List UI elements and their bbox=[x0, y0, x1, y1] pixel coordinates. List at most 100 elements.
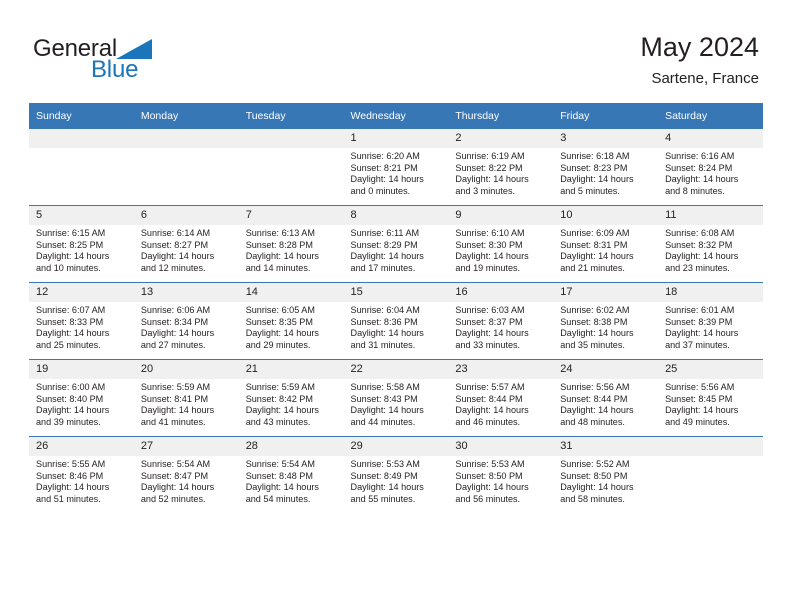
day-cell[interactable]: 1 Sunrise: 6:20 AM Sunset: 8:21 PM Daylight… bbox=[343, 129, 449, 206]
day-cell[interactable]: 27 Sunrise: 5:54 AM Sunset: 8:47 PM Dayligh… bbox=[133, 436, 239, 513]
day-cell[interactable]: 14 Sunrise: 6:05 AM Sunset: 8:35 PM Dayligh… bbox=[238, 282, 344, 360]
day-info: Sunrise: 6:09 AM Sunset: 8:31 PM Daylight:… bbox=[553, 225, 658, 274]
sunrise-text: Sunrise: 6:03 AM bbox=[455, 305, 525, 315]
sunrise-text: Sunrise: 6:20 AM bbox=[350, 151, 420, 161]
daylight-text-line1: Daylight: 14 hours bbox=[350, 251, 424, 262]
day-number: 24 bbox=[553, 360, 659, 379]
daylight-text-line2: and 19 minutes. bbox=[455, 262, 521, 273]
daylight-text-line1: Daylight: 14 hours bbox=[560, 251, 634, 262]
day-cell[interactable]: 24 Sunrise: 5:56 AM Sunset: 8:44 PM Dayligh… bbox=[553, 359, 659, 437]
day-number: 18 bbox=[658, 283, 763, 302]
day-cell[interactable]: 19 Sunrise: 6:00 AM Sunset: 8:40 PM Dayligh… bbox=[29, 359, 134, 437]
daylight-text-line1: Daylight: 14 hours bbox=[350, 174, 424, 185]
day-cell[interactable]: 10 Sunrise: 6:09 AM Sunset: 8:31 PM Dayligh… bbox=[553, 205, 659, 283]
sunset-text: Sunset: 8:32 PM bbox=[665, 239, 733, 250]
sunset-text: Sunset: 8:22 PM bbox=[455, 162, 523, 173]
sunrise-text: Sunrise: 5:59 AM bbox=[140, 382, 211, 392]
sunset-text: Sunset: 8:34 PM bbox=[140, 316, 209, 327]
day-cell[interactable]: 21 Sunrise: 5:59 AM Sunset: 8:42 PM Dayligh… bbox=[238, 359, 344, 437]
day-cell[interactable]: 11 Sunrise: 6:08 AM Sunset: 8:32 PM Dayligh… bbox=[658, 205, 763, 283]
calendar-week-row: 19 Sunrise: 6:00 AM Sunset: 8:40 PM Dayligh… bbox=[29, 359, 763, 437]
day-cell[interactable]: 16 Sunrise: 6:03 AM Sunset: 8:37 PM Dayligh… bbox=[448, 282, 554, 360]
day-cell[interactable]: 29 Sunrise: 5:53 AM Sunset: 8:49 PM Dayligh… bbox=[343, 436, 449, 513]
day-cell[interactable]: 15 Sunrise: 6:04 AM Sunset: 8:36 PM Dayligh… bbox=[343, 282, 449, 360]
sunrise-text: Sunrise: 6:02 AM bbox=[560, 305, 630, 315]
daylight-text-line1: Daylight: 14 hours bbox=[350, 328, 424, 339]
daylight-text-line1: Daylight: 14 hours bbox=[36, 482, 110, 493]
day-cell-empty bbox=[658, 436, 763, 513]
page-subtitle: Sartene, France bbox=[651, 70, 759, 87]
sunset-text: Sunset: 8:35 PM bbox=[245, 316, 313, 327]
day-cell[interactable]: 5 Sunrise: 6:15 AM Sunset: 8:25 PM Daylight… bbox=[29, 205, 134, 283]
daylight-text-line2: and 8 minutes. bbox=[665, 185, 725, 196]
brand-logo[interactable]: General Blue bbox=[33, 36, 263, 86]
day-info: Sunrise: 6:08 AM Sunset: 8:32 PM Daylight:… bbox=[658, 225, 763, 274]
daylight-text-line1: Daylight: 14 hours bbox=[665, 174, 739, 185]
day-number: 16 bbox=[448, 283, 554, 302]
day-cell[interactable]: 25 Sunrise: 5:56 AM Sunset: 8:45 PM Dayligh… bbox=[658, 359, 763, 437]
sunrise-text: Sunrise: 5:57 AM bbox=[455, 382, 525, 392]
day-cell[interactable]: 12 Sunrise: 6:07 AM Sunset: 8:33 PM Dayligh… bbox=[29, 282, 134, 360]
day-info: Sunrise: 5:52 AM Sunset: 8:50 PM Daylight:… bbox=[553, 456, 658, 505]
sunset-text: Sunset: 8:44 PM bbox=[560, 393, 628, 404]
sunset-text: Sunset: 8:31 PM bbox=[560, 239, 628, 250]
day-cell[interactable]: 20 Sunrise: 5:59 AM Sunset: 8:41 PM Dayligh… bbox=[133, 359, 239, 437]
day-cell[interactable]: 31 Sunrise: 5:52 AM Sunset: 8:50 PM Dayligh… bbox=[553, 436, 659, 513]
day-cell[interactable]: 28 Sunrise: 5:54 AM Sunset: 8:48 PM Dayligh… bbox=[238, 436, 344, 513]
daylight-text-line2: and 37 minutes. bbox=[665, 339, 730, 350]
day-cell[interactable]: 26 Sunrise: 5:55 AM Sunset: 8:46 PM Dayligh… bbox=[29, 436, 134, 513]
daylight-text-line1: Daylight: 14 hours bbox=[560, 174, 634, 185]
day-cell[interactable]: 8 Sunrise: 6:11 AM Sunset: 8:29 PM Daylight… bbox=[343, 205, 449, 283]
daylight-text-line1: Daylight: 14 hours bbox=[455, 405, 529, 416]
sunset-text: Sunset: 8:23 PM bbox=[560, 162, 628, 173]
day-cell[interactable]: 3 Sunrise: 6:18 AM Sunset: 8:23 PM Daylight… bbox=[553, 129, 659, 206]
day-cell[interactable]: 6 Sunrise: 6:14 AM Sunset: 8:27 PM Daylight… bbox=[133, 205, 239, 283]
daylight-text-line1: Daylight: 14 hours bbox=[665, 405, 739, 416]
day-info: Sunrise: 6:06 AM Sunset: 8:34 PM Daylight:… bbox=[134, 302, 239, 351]
day-info: Sunrise: 6:13 AM Sunset: 8:28 PM Daylight:… bbox=[239, 225, 344, 274]
day-info: Sunrise: 6:00 AM Sunset: 8:40 PM Daylight:… bbox=[29, 379, 134, 428]
day-info: Sunrise: 5:56 AM Sunset: 8:45 PM Daylight:… bbox=[658, 379, 763, 428]
daylight-text-line2: and 3 minutes. bbox=[455, 185, 516, 196]
sunrise-text: Sunrise: 6:04 AM bbox=[350, 305, 420, 315]
day-cell[interactable]: 30 Sunrise: 5:53 AM Sunset: 8:50 PM Dayligh… bbox=[448, 436, 554, 513]
day-cell[interactable]: 17 Sunrise: 6:02 AM Sunset: 8:38 PM Dayligh… bbox=[553, 282, 659, 360]
calendar-week-row: 1 Sunrise: 6:20 AM Sunset: 8:21 PM Daylight… bbox=[29, 129, 763, 206]
day-cell[interactable]: 23 Sunrise: 5:57 AM Sunset: 8:44 PM Dayligh… bbox=[448, 359, 554, 437]
day-info: Sunrise: 5:55 AM Sunset: 8:46 PM Daylight:… bbox=[29, 456, 134, 505]
day-cell[interactable]: 2 Sunrise: 6:19 AM Sunset: 8:22 PM Daylight… bbox=[448, 129, 554, 206]
sunrise-text: Sunrise: 5:58 AM bbox=[350, 382, 420, 392]
day-cell[interactable]: 9 Sunrise: 6:10 AM Sunset: 8:30 PM Daylight… bbox=[448, 205, 554, 283]
sunrise-text: Sunrise: 6:00 AM bbox=[36, 382, 106, 392]
day-cell-empty bbox=[238, 129, 344, 206]
sunset-text: Sunset: 8:49 PM bbox=[350, 470, 418, 481]
daylight-text-line2: and 31 minutes. bbox=[350, 339, 416, 350]
daylight-text-line1: Daylight: 14 hours bbox=[140, 405, 215, 416]
daylight-text-line2: and 21 minutes. bbox=[560, 262, 625, 273]
sunset-text: Sunset: 8:47 PM bbox=[140, 470, 209, 481]
day-cell[interactable]: 7 Sunrise: 6:13 AM Sunset: 8:28 PM Daylight… bbox=[238, 205, 344, 283]
day-number: 17 bbox=[553, 283, 659, 302]
day-cell[interactable]: 4 Sunrise: 6:16 AM Sunset: 8:24 PM Daylight… bbox=[658, 129, 763, 206]
daylight-text-line2: and 5 minutes. bbox=[560, 185, 620, 196]
sunset-text: Sunset: 8:36 PM bbox=[350, 316, 418, 327]
day-cell[interactable]: 18 Sunrise: 6:01 AM Sunset: 8:39 PM Dayligh… bbox=[658, 282, 763, 360]
day-cell[interactable]: 13 Sunrise: 6:06 AM Sunset: 8:34 PM Dayligh… bbox=[133, 282, 239, 360]
sunset-text: Sunset: 8:38 PM bbox=[560, 316, 628, 327]
day-cell[interactable]: 22 Sunrise: 5:58 AM Sunset: 8:43 PM Dayligh… bbox=[343, 359, 449, 437]
day-number bbox=[133, 129, 239, 148]
daylight-text-line1: Daylight: 14 hours bbox=[350, 405, 424, 416]
day-number: 22 bbox=[343, 360, 449, 379]
daylight-text-line1: Daylight: 14 hours bbox=[36, 328, 110, 339]
daylight-text-line2: and 25 minutes. bbox=[36, 339, 101, 350]
sunset-text: Sunset: 8:27 PM bbox=[140, 239, 209, 250]
daylight-text-line1: Daylight: 14 hours bbox=[350, 482, 424, 493]
day-number: 14 bbox=[238, 283, 344, 302]
daylight-text-line1: Daylight: 14 hours bbox=[140, 328, 215, 339]
sunrise-text: Sunrise: 5:53 AM bbox=[455, 459, 525, 469]
weekday-header-wednesday: Wednesday bbox=[343, 103, 449, 129]
sunset-text: Sunset: 8:28 PM bbox=[245, 239, 313, 250]
daylight-text-line2: and 14 minutes. bbox=[245, 262, 311, 273]
sunrise-text: Sunrise: 6:01 AM bbox=[665, 305, 735, 315]
weekday-header-friday: Friday bbox=[553, 103, 659, 129]
